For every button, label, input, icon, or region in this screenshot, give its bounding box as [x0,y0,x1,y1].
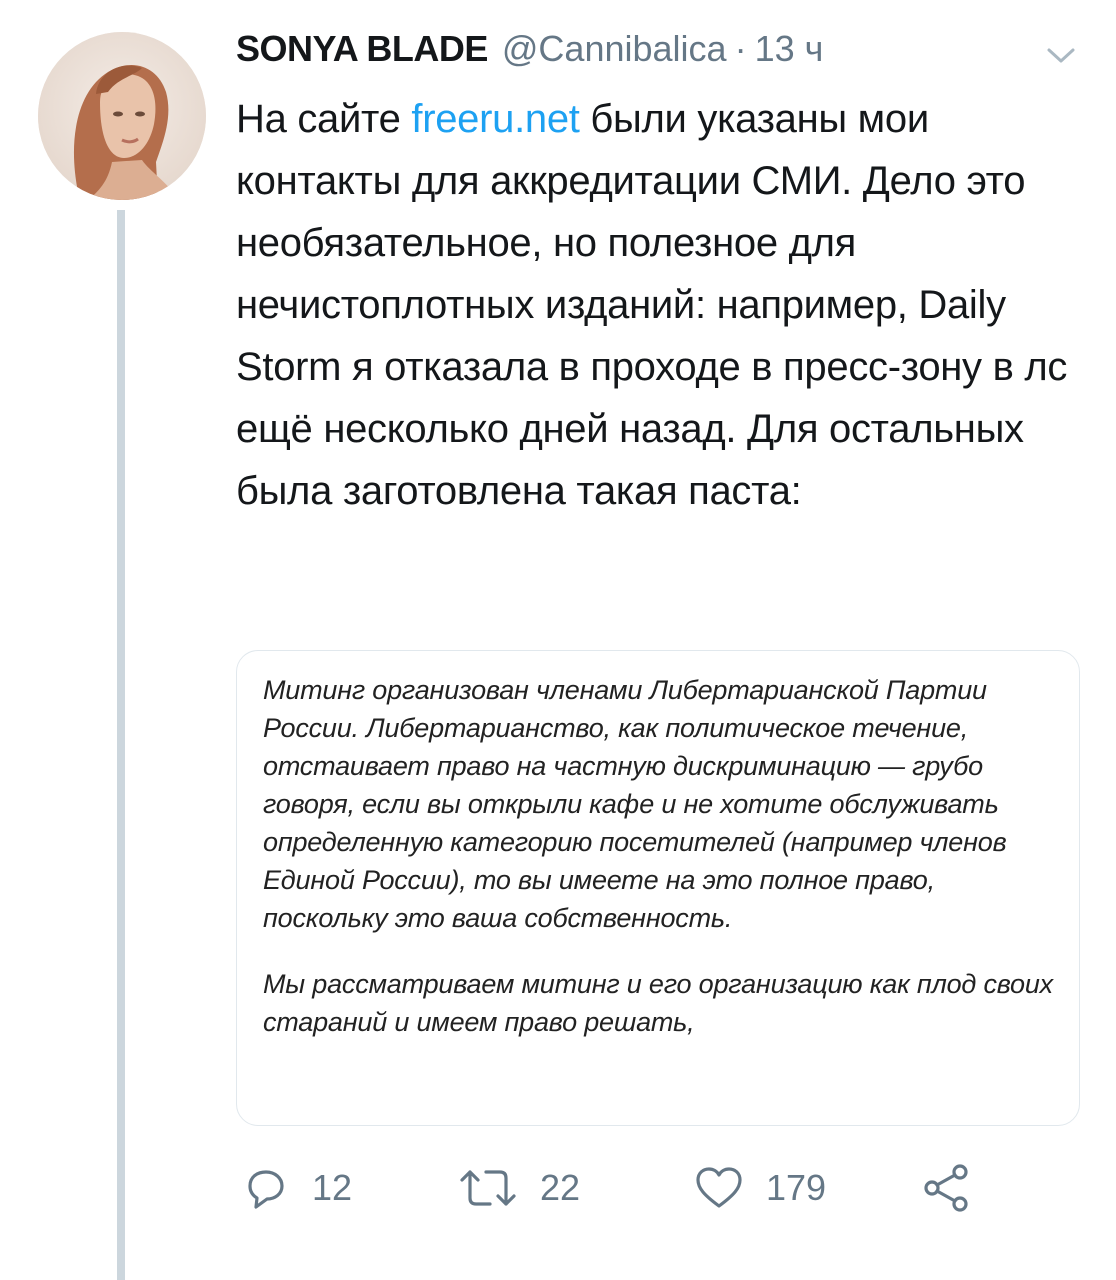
image-quote-text: Митинг организован членами Либертарианск… [263,671,1063,1069]
reply-count: 12 [312,1167,353,1208]
chevron-down-icon[interactable] [1046,46,1076,66]
like-count: 179 [766,1167,827,1208]
header-separator: · [734,28,747,69]
tweet-actions: 12 22 179 [236,1160,996,1216]
like-icon [694,1164,744,1212]
tweet-link[interactable]: freeru.net [411,97,580,141]
tweet-text-before-link: На сайте [236,97,412,141]
share-icon [922,1163,972,1213]
author-name[interactable]: SONYA BLADE [236,28,488,70]
reply-icon [242,1164,290,1212]
tweet-header: SONYA BLADE @Cannibalica · 13 ч [236,28,823,76]
retweet-button[interactable]: 22 [458,1160,580,1216]
like-button[interactable]: 179 [694,1160,826,1216]
avatar[interactable] [38,32,206,200]
share-button[interactable] [922,1160,972,1216]
image-paragraph-1: Митинг организован членами Либертарианск… [263,675,1007,933]
tweet-text-after-link: были указаны мои контакты для аккредитац… [236,97,1068,513]
image-paragraph-2: Мы рассматриваем митинг и его организаци… [263,969,1053,1037]
tweet-timestamp[interactable]: 13 ч [755,28,824,70]
retweet-count: 22 [540,1167,581,1208]
author-handle[interactable]: @Cannibalica [502,28,727,70]
tweet-image[interactable]: Митинг организован членами Либертарианск… [236,650,1080,1126]
thread-line [117,210,125,1280]
tweet-text: На сайте freeru.net были указаны мои кон… [236,88,1096,522]
reply-button[interactable]: 12 [242,1160,352,1216]
retweet-icon [458,1164,518,1212]
